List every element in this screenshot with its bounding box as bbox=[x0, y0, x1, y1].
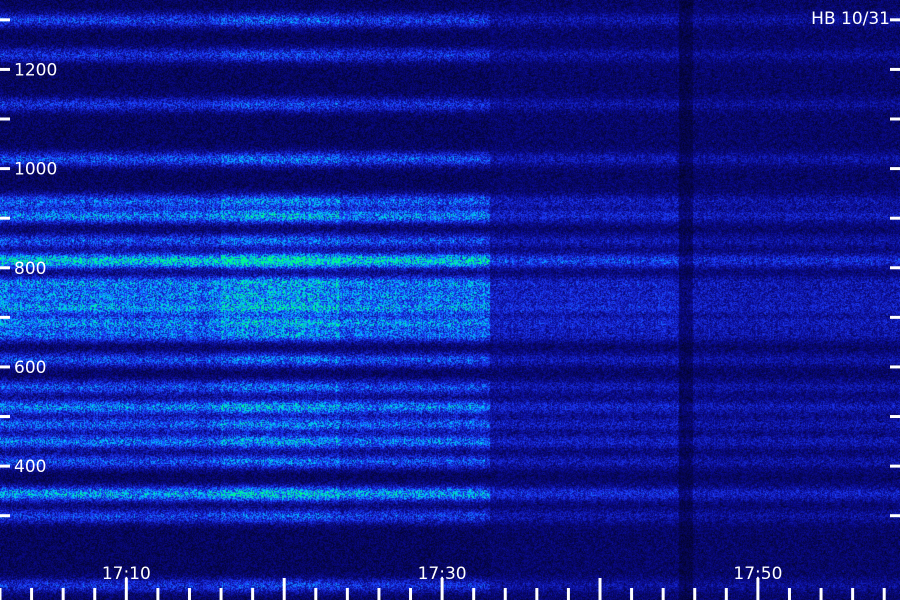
x-axis: 17:10 17:30 17:50 bbox=[0, 564, 886, 600]
y-tick-label: 1000 bbox=[14, 160, 57, 180]
y-tick-label: 800 bbox=[14, 259, 46, 279]
axis-overlay: 400 600 800 1000 1200 17:10 17:30 17:50 HB 10/… bbox=[0, 9, 900, 600]
x-tick-label: 17:30 bbox=[418, 564, 467, 584]
y-tick-label: 600 bbox=[14, 358, 46, 378]
chart-title: HB 10/31 bbox=[811, 9, 890, 29]
y-tick-label: 1200 bbox=[14, 60, 57, 80]
y-tick-label: 400 bbox=[14, 457, 46, 477]
x-tick-label: 17:50 bbox=[733, 564, 782, 584]
y-axis: 400 600 800 1000 1200 bbox=[0, 18, 900, 518]
x-tick-label: 17:10 bbox=[102, 564, 151, 584]
